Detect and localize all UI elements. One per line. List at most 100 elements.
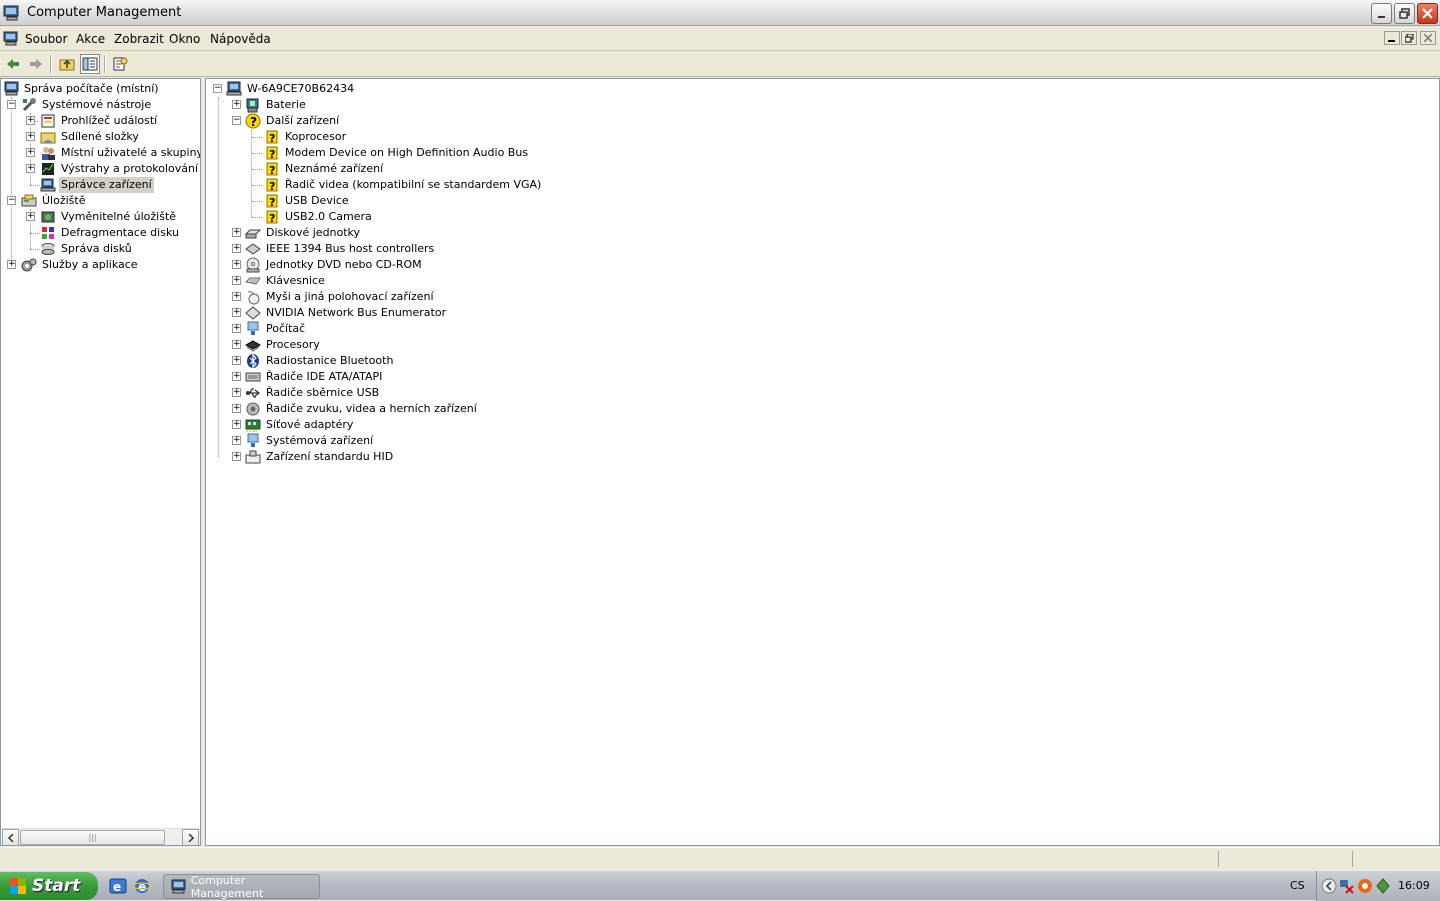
child-restore-button[interactable]: [1401, 31, 1417, 45]
tree-node-performance-logs[interactable]: + Výstrahy a protokolování vý: [4, 161, 200, 177]
scroll-right-button[interactable]: [182, 829, 199, 845]
tree-node-local-users-groups[interactable]: + Místní uživatelé a skupiny: [4, 145, 200, 161]
bluetooth-icon: [247, 353, 259, 369]
device-category-disk-drives[interactable]: + Diskové jednotky: [210, 225, 610, 241]
menu-view[interactable]: Zobrazit: [114, 32, 164, 46]
window-title-bar[interactable]: Computer Management: [0, 0, 1440, 26]
device-category-computer[interactable]: + Počítač: [210, 321, 610, 337]
device-category-processors[interactable]: + Procesory: [210, 337, 610, 353]
tree-node-storage[interactable]: − Úložiště: [4, 193, 199, 209]
device-category-usb-controllers[interactable]: + Řadiče sběrnice USB: [210, 385, 610, 401]
device-tree-pane[interactable]: − W-6A9CE70B62434 + Baterie − ? Další za…: [205, 78, 1440, 846]
tree-node-event-viewer[interactable]: + Prohlížeč událostí: [4, 113, 199, 129]
device-category-nvidia-bus[interactable]: + NVIDIA Network Bus Enumerator: [210, 305, 610, 321]
expand-toggle[interactable]: +: [232, 244, 241, 253]
expand-toggle[interactable]: +: [232, 100, 241, 109]
shared-folder-icon: [40, 132, 56, 144]
network-disconnected-icon[interactable]: [1339, 878, 1355, 894]
expand-toggle[interactable]: +: [26, 132, 35, 141]
expand-toggle[interactable]: +: [232, 292, 241, 301]
show-hidden-icons-button[interactable]: [1321, 878, 1337, 894]
start-button[interactable]: Start: [0, 872, 98, 900]
device-category-sound-video-game[interactable]: + Řadiče zvuku, videa a herních zařízení: [210, 401, 610, 417]
expand-toggle[interactable]: +: [7, 260, 16, 269]
minimize-button[interactable]: [1371, 3, 1392, 24]
horizontal-scrollbar[interactable]: |||: [2, 828, 200, 845]
scroll-thumb[interactable]: |||: [20, 830, 165, 845]
language-indicator[interactable]: CS: [1290, 879, 1305, 892]
up-one-level-button[interactable]: [57, 54, 77, 74]
tray-app-icon[interactable]: [1375, 878, 1391, 894]
expand-toggle[interactable]: +: [232, 340, 241, 349]
expand-toggle[interactable]: +: [232, 404, 241, 413]
tree-node-computer-management-local[interactable]: Správa počítače (místní): [4, 81, 199, 97]
device-category-network-adapters[interactable]: + Síťové adaptéry: [210, 417, 610, 433]
internet-explorer-icon[interactable]: e: [133, 877, 151, 895]
expand-toggle[interactable]: +: [232, 452, 241, 461]
menu-window[interactable]: Okno: [169, 32, 200, 46]
expand-toggle[interactable]: +: [26, 148, 35, 157]
menu-file[interactable]: Soubor: [25, 32, 67, 46]
mmc-document-icon[interactable]: [3, 31, 19, 50]
expand-toggle[interactable]: +: [232, 436, 241, 445]
tree-node-removable-storage[interactable]: + Vyměnitelné úložiště: [4, 209, 199, 225]
restore-button[interactable]: [1394, 3, 1415, 24]
clock[interactable]: 16:09: [1398, 879, 1430, 892]
collapse-toggle[interactable]: −: [213, 84, 222, 93]
expand-toggle[interactable]: +: [232, 260, 241, 269]
device-category-keyboards[interactable]: + Klávesnice: [210, 273, 610, 289]
device-category-batteries[interactable]: + Baterie: [210, 97, 610, 113]
expand-toggle[interactable]: +: [232, 372, 241, 381]
hid-icon: [245, 450, 261, 464]
show-desktop-icon[interactable]: e: [109, 877, 127, 895]
tree-node-disk-defragmenter[interactable]: Defragmentace disku: [4, 225, 199, 241]
device-category-dvd-cdrom[interactable]: + Jednotky DVD nebo CD-ROM: [210, 257, 610, 273]
child-close-button[interactable]: [1420, 31, 1436, 45]
expand-toggle[interactable]: +: [232, 308, 241, 317]
console-tree-pane[interactable]: Správa počítače (místní) − Systémové nás…: [0, 78, 201, 846]
expand-toggle[interactable]: +: [232, 356, 241, 365]
device-category-mice[interactable]: + Myši a jiná polohovací zařízení: [210, 289, 610, 305]
collapse-toggle[interactable]: −: [7, 100, 16, 109]
device-item-usb-device[interactable]: ? USB Device: [210, 193, 710, 209]
forward-button[interactable]: [26, 54, 46, 74]
toolbar: [0, 52, 1440, 77]
device-item-modem[interactable]: ? Modem Device on High Definition Audio …: [210, 145, 710, 161]
tree-node-services-applications[interactable]: + Služby a aplikace: [4, 257, 199, 273]
tree-node-system-tools[interactable]: − Systémové nástroje: [4, 97, 199, 113]
menu-action[interactable]: Akce: [76, 32, 105, 46]
expand-toggle[interactable]: +: [26, 116, 35, 125]
device-category-bluetooth[interactable]: + Radiostanice Bluetooth: [210, 353, 610, 369]
tree-node-disk-management[interactable]: Správa disků: [4, 241, 199, 257]
collapse-toggle[interactable]: −: [232, 116, 241, 125]
close-button[interactable]: [1417, 3, 1438, 24]
expand-toggle[interactable]: +: [232, 324, 241, 333]
device-category-ieee1394[interactable]: + IEEE 1394 Bus host controllers: [210, 241, 610, 257]
collapse-toggle[interactable]: −: [7, 196, 16, 205]
device-item-vga-controller[interactable]: ? Řadič videa (kompatibilní se standarde…: [210, 177, 710, 193]
device-category-hid[interactable]: + Zařízení standardu HID: [210, 449, 610, 465]
expand-toggle[interactable]: +: [232, 420, 241, 429]
device-item-usb-camera[interactable]: ? USB2.0 Camera: [210, 209, 710, 225]
antivirus-icon[interactable]: [1357, 878, 1373, 894]
properties-button[interactable]: [110, 54, 130, 74]
expand-toggle[interactable]: +: [26, 212, 35, 221]
device-category-ide-controllers[interactable]: + Řadiče IDE ATA/ATAPI: [210, 369, 610, 385]
device-item-unknown-device[interactable]: ? Neznámé zařízení: [210, 161, 710, 177]
expand-toggle[interactable]: +: [232, 228, 241, 237]
expand-toggle[interactable]: +: [232, 388, 241, 397]
menu-help[interactable]: Nápověda: [210, 32, 271, 46]
scroll-left-button[interactable]: [2, 829, 19, 845]
child-minimize-button[interactable]: [1384, 31, 1400, 45]
device-item-coprocessor[interactable]: ? Koprocesor: [210, 129, 710, 145]
device-category-other-devices[interactable]: − ? Další zařízení: [210, 113, 610, 129]
expand-toggle[interactable]: +: [232, 276, 241, 285]
expand-toggle[interactable]: +: [26, 164, 35, 173]
device-category-system-devices[interactable]: + Systémová zařízení: [210, 433, 610, 449]
show-hide-tree-button[interactable]: [80, 54, 100, 74]
tree-node-shared-folders[interactable]: + Sdílené složky: [4, 129, 199, 145]
tree-node-device-manager[interactable]: Správce zařízení: [4, 177, 199, 193]
taskbar-button-computer-management[interactable]: Computer Management: [163, 874, 320, 900]
device-tree-root[interactable]: − W-6A9CE70B62434: [210, 81, 610, 97]
back-button[interactable]: [3, 54, 23, 74]
